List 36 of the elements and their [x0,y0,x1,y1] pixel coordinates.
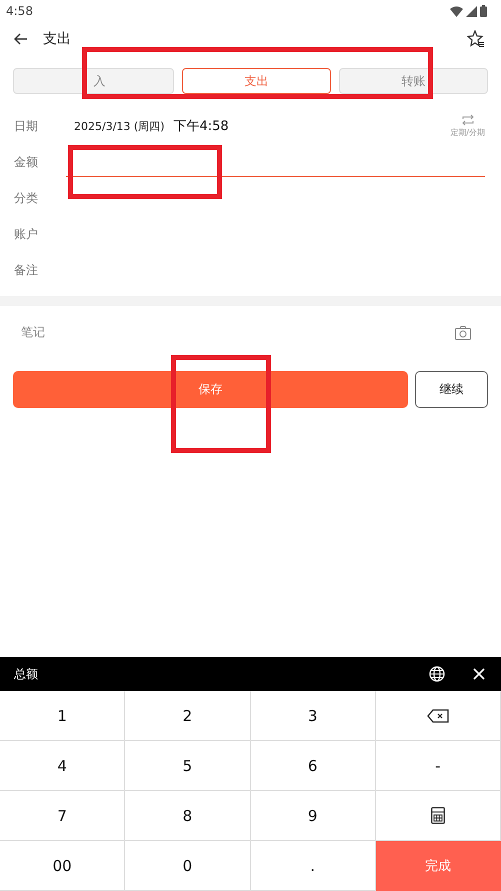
keypad-key[interactable]: 3 [250,691,376,741]
keyboard-title: 总额 [14,666,38,682]
keypad-key[interactable]: 9 [250,791,376,841]
close-icon[interactable] [473,668,485,680]
field-label: 日期 [14,118,39,134]
battery-icon [480,5,487,17]
keypad-key[interactable]: - [376,741,501,791]
field-label: 账户 [14,226,39,242]
keypad-key[interactable]: 1 [0,691,126,741]
star-list-icon[interactable] [467,30,485,48]
keypad-key[interactable]: 8 [125,791,250,841]
repeat-icon[interactable] [460,114,475,126]
signal-icon [466,6,477,16]
continue-button[interactable]: 继续 [415,371,488,408]
status-time: 4:58 [6,4,33,18]
keypad-key[interactable]: 0 [125,841,250,891]
wifi-icon [450,6,463,16]
keypad-key[interactable]: 2 [125,691,250,741]
field-label: 金额 [14,154,39,170]
keypad-key[interactable]: 5 [125,741,250,791]
keypad-key[interactable]: 00 [0,841,126,891]
page-title: 支出 [43,30,71,48]
field-label: 备注 [14,262,39,278]
notes-input-field[interactable]: 笔记 [21,324,45,341]
keypad-key[interactable]: . [250,841,376,891]
time-value[interactable]: 下午4:58 [173,117,229,135]
calculator-icon[interactable] [430,807,445,824]
field-label: 分类 [14,190,39,206]
date-value[interactable]: 2025/3/13 (周四) [74,118,164,134]
back-arrow-icon[interactable] [14,33,28,45]
globe-icon[interactable] [429,666,445,682]
backspace-icon[interactable] [426,708,449,722]
camera-icon[interactable] [455,326,471,340]
keypad-key[interactable]: 7 [0,791,126,841]
keypad-key[interactable]: 6 [250,741,376,791]
keypad-key[interactable]: 4 [0,741,126,791]
